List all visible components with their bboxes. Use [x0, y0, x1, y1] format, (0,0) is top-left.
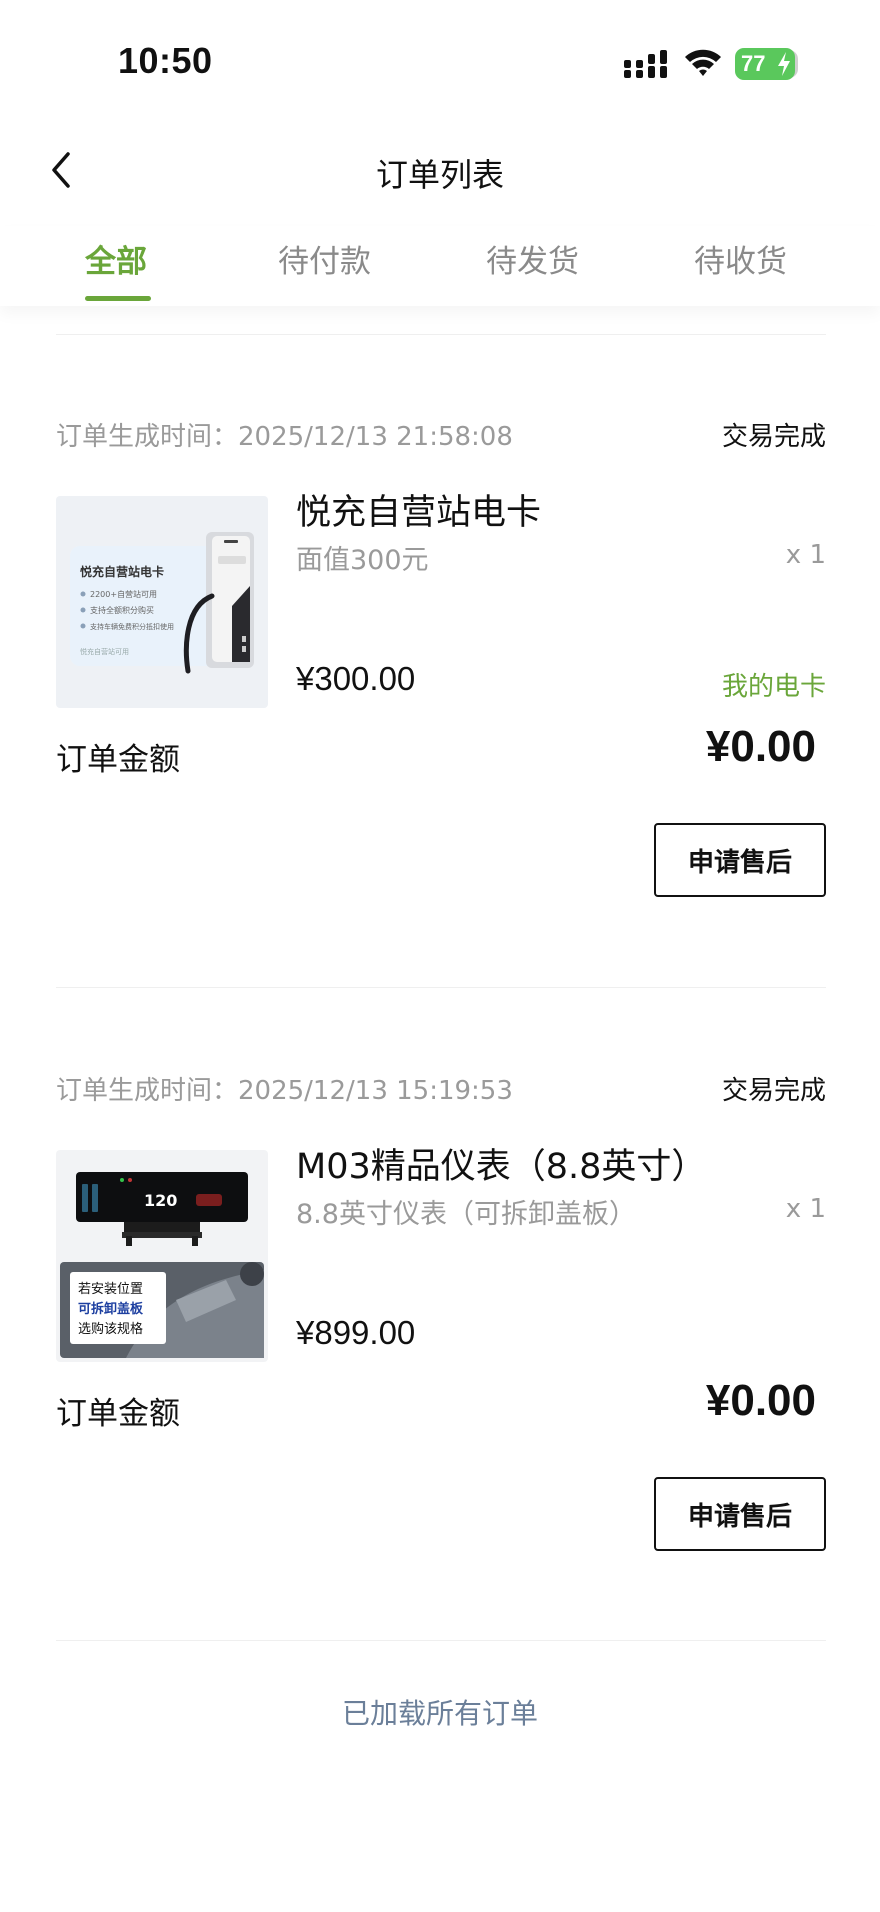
product-image-charging-card[interactable]: 悦充自营站电卡 2200+自营站可用 支持全额积分购买 支持车辆免费积分抵扣使用…	[56, 496, 268, 708]
divider	[56, 987, 826, 988]
active-tab-indicator	[85, 296, 151, 301]
tab-pending-shipment[interactable]: 待发货	[486, 236, 579, 281]
order-total-value: ¥0.00	[705, 722, 816, 771]
order-total-label: 订单金额	[56, 742, 180, 778]
order-status: 交易完成	[721, 1076, 826, 1106]
tab-pending-payment[interactable]: 待付款	[278, 236, 371, 281]
product-image-instrument-display[interactable]: 120 若安装位置 可拆卸盖板 选购该规格	[56, 1150, 268, 1362]
product-spec: 8.8英寸仪表（可拆卸盖板）	[296, 1199, 636, 1230]
product-spec: 面值300元	[296, 545, 429, 576]
my-charging-card-link[interactable]: 我的电卡	[722, 666, 826, 703]
order-card[interactable]: 订单生成时间：2025/12/13 21:58:08 交易完成 悦充自营站电卡 …	[56, 416, 826, 976]
order-tabs: 全部 待付款 待发货 待收货	[0, 226, 880, 306]
page-title: 订单列表	[375, 156, 504, 194]
nav-bar: 订单列表	[0, 130, 880, 210]
status-time: 10:50	[118, 40, 213, 81]
divider	[56, 334, 826, 335]
wifi-icon	[685, 49, 721, 76]
charging-card-illustration: 悦充自营站电卡 2200+自营站可用 支持全额积分购买 支持车辆免费积分抵扣使用…	[56, 496, 268, 708]
status-bar: 10:50 77	[0, 0, 880, 120]
order-time: 订单生成时间：2025/12/13 21:58:08	[56, 422, 513, 452]
product-name: M03精品仪表（8.8英寸）	[296, 1147, 707, 1187]
battery-level: 77	[741, 51, 766, 76]
tab-pending-receipt[interactable]: 待收货	[694, 236, 787, 281]
thumb-line-1: 2200+自营站可用	[90, 589, 157, 599]
thumb-title: 悦充自营站电卡	[80, 564, 164, 579]
order-total-value: ¥0.00	[705, 1376, 816, 1425]
product-quantity: x 1	[785, 1194, 826, 1224]
order-status: 交易完成	[721, 422, 826, 452]
order-card[interactable]: 订单生成时间：2025/12/13 15:19:53 交易完成 120 若安装位…	[56, 1070, 826, 1630]
charging-bolt-icon	[778, 52, 790, 76]
thumb-line-3: 选购该规格	[78, 1321, 143, 1337]
cellular-signal-icon	[624, 50, 667, 78]
product-price: ¥899.00	[296, 1314, 416, 1351]
thumb-line-2: 可拆卸盖板	[78, 1301, 144, 1317]
thumb-footer: 悦充自营站可用	[80, 647, 129, 656]
thumb-speed: 120	[144, 1191, 177, 1210]
tab-all[interactable]: 全部	[85, 236, 147, 281]
after-sale-button[interactable]: 申请售后	[654, 1477, 826, 1551]
product-quantity: x 1	[785, 540, 826, 570]
order-time: 订单生成时间：2025/12/13 15:19:53	[56, 1076, 513, 1106]
instrument-display-illustration: 120 若安装位置 可拆卸盖板 选购该规格	[56, 1150, 268, 1362]
product-price: ¥300.00	[296, 660, 416, 697]
divider	[56, 1640, 826, 1641]
after-sale-button[interactable]: 申请售后	[654, 823, 826, 897]
product-name: 悦充自营站电卡	[296, 493, 542, 533]
order-total-label: 订单金额	[56, 1396, 180, 1432]
thumb-line-3: 支持车辆免费积分抵扣使用	[90, 622, 174, 631]
all-orders-loaded-text: 已加载所有订单	[341, 1697, 538, 1730]
thumb-line-2: 支持全额积分购买	[90, 605, 154, 615]
thumb-line-1: 若安装位置	[78, 1281, 143, 1297]
